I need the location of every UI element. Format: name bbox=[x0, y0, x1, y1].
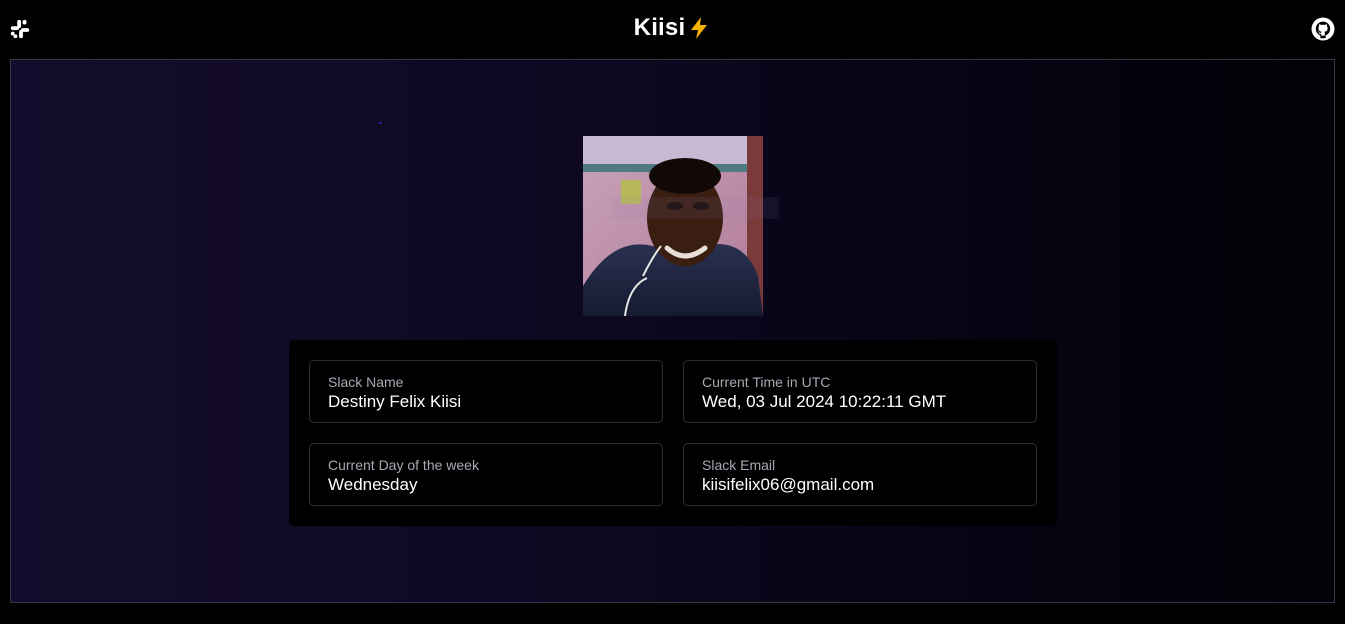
main-stage: Slack Name Destiny Felix Kiisi Current T… bbox=[10, 59, 1335, 603]
github-icon bbox=[1311, 17, 1335, 41]
profile-photo bbox=[583, 136, 763, 316]
day-of-week-label: Current Day of the week bbox=[328, 457, 479, 473]
info-card: Slack Name Destiny Felix Kiisi Current T… bbox=[289, 340, 1057, 526]
lightning-bolt-icon bbox=[691, 17, 708, 39]
top-bar: Kiisi bbox=[0, 0, 1345, 59]
slack-name-value: Destiny Felix Kiisi bbox=[328, 392, 462, 411]
photo-overlay-band bbox=[611, 197, 779, 219]
profile-photo-image bbox=[583, 136, 763, 316]
slack-name-field: Slack Name Destiny Felix Kiisi bbox=[309, 360, 663, 423]
day-of-week-value: Wednesday bbox=[328, 475, 418, 494]
slack-email-label: Slack Email bbox=[702, 457, 776, 473]
utc-time-label: Current Time in UTC bbox=[702, 374, 831, 390]
slack-name-label: Slack Name bbox=[328, 374, 404, 390]
slack-email-value: kiisifelix06@gmail.com bbox=[702, 475, 875, 494]
slack-email-field: Slack Email kiisifelix06@gmail.com bbox=[683, 443, 1037, 506]
brand-title: Kiisi bbox=[0, 14, 1345, 42]
decorative-dot bbox=[379, 122, 382, 124]
day-of-week-field: Current Day of the week Wednesday bbox=[309, 443, 663, 506]
utc-time-value: Wed, 03 Jul 2024 10:22:11 GMT bbox=[702, 392, 947, 411]
utc-time-field: Current Time in UTC Wed, 03 Jul 2024 10:… bbox=[683, 360, 1037, 423]
github-link[interactable] bbox=[1311, 17, 1335, 41]
brand-name: Kiisi bbox=[633, 14, 686, 41]
